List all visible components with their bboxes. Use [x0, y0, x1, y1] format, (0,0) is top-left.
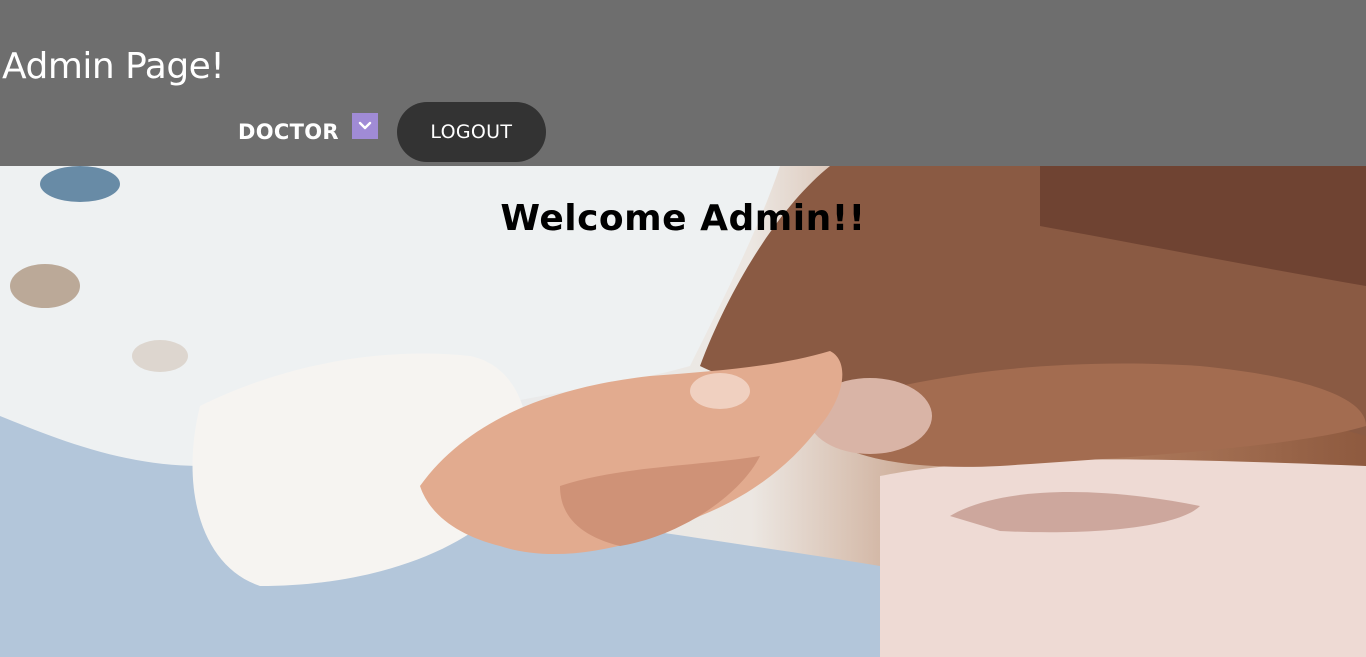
welcome-heading: Welcome Admin!! [500, 198, 866, 239]
hero-banner: Welcome Admin!! [0, 166, 1366, 657]
page-title: Admin Page! [2, 46, 225, 87]
doctor-dropdown[interactable]: DOCTOR [238, 113, 378, 144]
doctor-dropdown-label: DOCTOR [238, 120, 339, 144]
nav-bar: DOCTOR LOGOUT [238, 102, 546, 162]
baby-hand-photo [0, 166, 1366, 657]
chevron-down-icon[interactable] [351, 113, 378, 139]
logout-button[interactable]: LOGOUT [396, 102, 546, 162]
header-bar: Admin Page! DOCTOR LOGOUT [0, 0, 1366, 166]
